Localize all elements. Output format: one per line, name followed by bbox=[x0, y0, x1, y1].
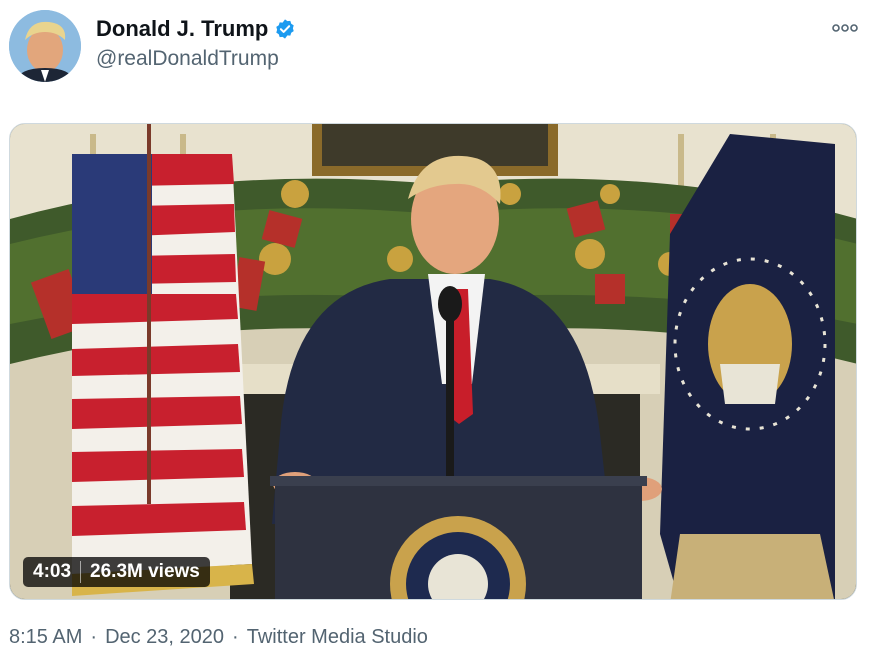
user-handle[interactable]: @realDonaldTrump bbox=[96, 47, 279, 71]
video-player[interactable] bbox=[9, 123, 857, 600]
tweet-metadata: 8:15 AM · Dec 23, 2020 · Twitter Media S… bbox=[9, 626, 428, 649]
tweet-time[interactable]: 8:15 AM bbox=[9, 626, 82, 649]
more-options-icon[interactable] bbox=[832, 20, 858, 36]
video-view-count: 26.3M views bbox=[90, 561, 200, 582]
video-duration: 4:03 bbox=[33, 561, 72, 582]
meta-separator: · bbox=[232, 626, 239, 648]
video-thumbnail bbox=[10, 124, 856, 599]
video-info-badge: 4:03 26.3M views bbox=[23, 557, 210, 587]
tweet-source[interactable]: Twitter Media Studio bbox=[247, 626, 428, 649]
avatar-image bbox=[9, 10, 81, 82]
tweet-date[interactable]: Dec 23, 2020 bbox=[105, 626, 224, 649]
meta-separator: · bbox=[90, 626, 98, 648]
display-name[interactable]: Donald J. Trump bbox=[96, 16, 268, 42]
author-name-row[interactable]: Donald J. Trump bbox=[96, 16, 296, 42]
avatar[interactable] bbox=[9, 10, 81, 82]
verified-badge-icon bbox=[274, 18, 296, 40]
